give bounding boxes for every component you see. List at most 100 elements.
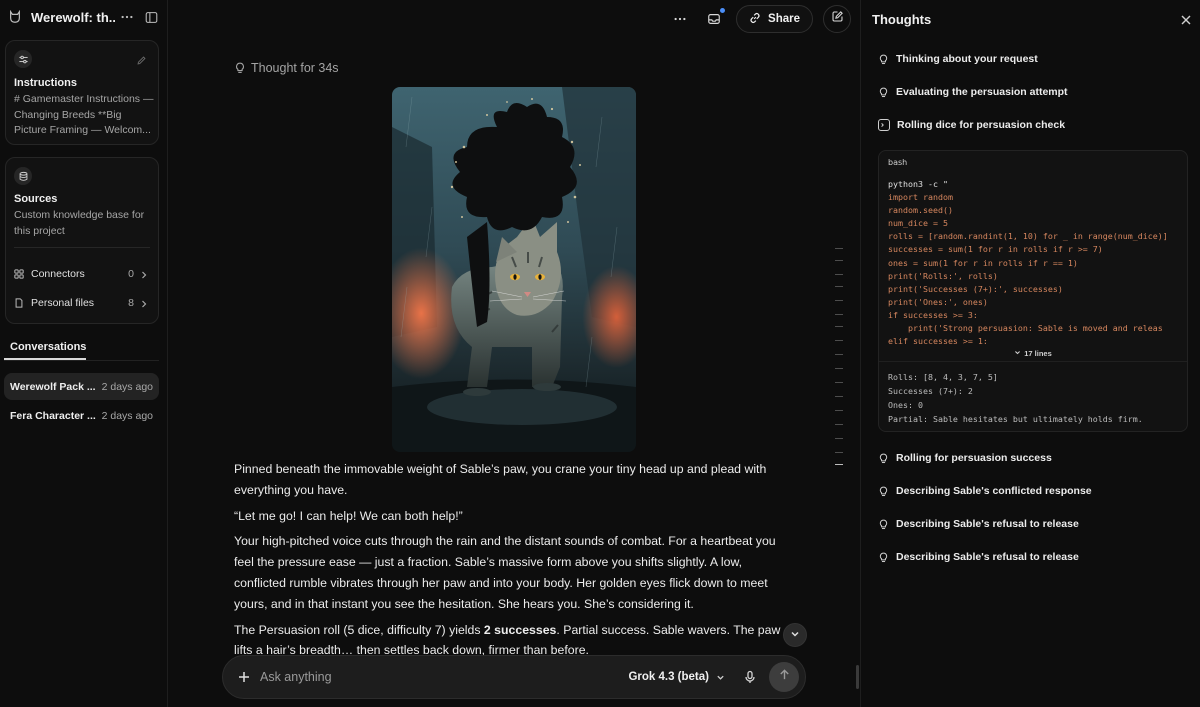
thought-step[interactable]: Describing Sable's refusal to release bbox=[878, 516, 1079, 532]
chevron-down-icon bbox=[790, 626, 800, 644]
scroll-to-bottom-button[interactable] bbox=[783, 623, 807, 647]
thought-step[interactable]: Describing Sable's conflicted response bbox=[878, 483, 1092, 499]
output-line: Ones: 0 bbox=[888, 400, 923, 410]
conversation-title: Werewolf Pack ... bbox=[10, 380, 96, 393]
close-icon[interactable] bbox=[1180, 13, 1192, 25]
conversation-date: 2 days ago bbox=[101, 409, 153, 422]
code-output: Rolls: [8, 4, 3, 7, 5] Successes (7+): 2 O… bbox=[888, 370, 1143, 426]
top-actions: Share bbox=[672, 5, 851, 33]
minimap-tick bbox=[835, 260, 843, 261]
more-options-icon[interactable] bbox=[672, 11, 688, 27]
lightbulb-icon bbox=[878, 552, 889, 563]
code-content: python3 -c " import random random.seed() nu… bbox=[888, 178, 1184, 346]
thought-summary[interactable]: Thought for 34s bbox=[234, 61, 339, 75]
code-line: rolls = [random.randint(1, 10) for _ in … bbox=[888, 231, 1168, 242]
sources-description: Custom knowledge base for this project bbox=[14, 209, 145, 237]
thought-step[interactable]: Evaluating the persuasion attempt bbox=[878, 84, 1068, 100]
minimap-tick bbox=[835, 396, 843, 397]
minimap-tick bbox=[835, 382, 843, 383]
personal-files-row[interactable]: Personal files 8 bbox=[14, 294, 148, 312]
minimap-tick bbox=[835, 300, 843, 301]
edit-icon bbox=[831, 10, 844, 28]
toggle-sidebar-icon[interactable] bbox=[143, 9, 159, 25]
more-options-icon[interactable] bbox=[119, 9, 135, 25]
thought-step[interactable]: Rolling for persuasion success bbox=[878, 450, 1052, 466]
expand-code-label: 17 lines bbox=[1024, 349, 1052, 358]
scrollbar[interactable] bbox=[856, 665, 859, 689]
thought-step[interactable]: Describing Sable's refusal to release bbox=[878, 549, 1079, 565]
code-line: ones = sum(1 for r in rolls if r == 1) bbox=[888, 257, 1078, 268]
thought-step-label: Rolling dice for persuasion check bbox=[897, 119, 1066, 131]
message-paragraph: “Let me go! I can help! We can both help… bbox=[234, 508, 463, 523]
personal-files-label: Personal files bbox=[31, 297, 95, 309]
personal-files-count: 8 bbox=[128, 297, 134, 309]
conversation-title: Fera Character ... bbox=[10, 409, 96, 422]
microphone-icon[interactable] bbox=[743, 670, 757, 684]
chat-main: Share Thought for 34s Pinned beneath the… bbox=[169, 0, 859, 707]
lightbulb-icon bbox=[878, 87, 889, 98]
project-sidebar: Werewolf: th... Instructions # Gamemaste… bbox=[0, 0, 168, 707]
minimap-tick bbox=[835, 314, 843, 315]
minimap-tick bbox=[835, 438, 843, 439]
expand-code-button[interactable]: 17 lines bbox=[879, 346, 1187, 362]
code-line: random.seed() bbox=[888, 205, 953, 216]
code-line: if successes >= 3: bbox=[888, 309, 978, 320]
minimap-tick bbox=[835, 248, 843, 249]
share-button[interactable]: Share bbox=[736, 5, 813, 33]
thought-step[interactable]: Rolling dice for persuasion check bbox=[878, 117, 1065, 133]
lightbulb-icon bbox=[878, 54, 889, 65]
generated-image[interactable] bbox=[392, 87, 636, 452]
project-header: Werewolf: th... bbox=[0, 0, 167, 34]
thought-step-label: Describing Sable's refusal to release bbox=[896, 551, 1079, 563]
chevron-right-icon bbox=[140, 270, 148, 279]
lightbulb-icon bbox=[878, 519, 889, 530]
conversation-minimap[interactable] bbox=[833, 244, 845, 468]
lightbulb-icon bbox=[878, 453, 889, 464]
connectors-count: 0 bbox=[128, 268, 134, 280]
conversation-item[interactable]: Fera Character ... 2 days ago bbox=[4, 402, 159, 429]
chevron-down-icon bbox=[716, 673, 725, 682]
lightbulb-icon bbox=[234, 62, 246, 74]
wolf-icon bbox=[8, 9, 22, 24]
message-composer: Grok 4.3 (beta) bbox=[222, 655, 806, 699]
project-title[interactable]: Werewolf: th... bbox=[31, 10, 115, 25]
pencil-icon[interactable] bbox=[136, 53, 148, 65]
code-line: print('Strong persuasion: Sable is moved… bbox=[888, 323, 1163, 334]
tab-conversations[interactable]: Conversations bbox=[4, 336, 86, 360]
conversation-item[interactable]: Werewolf Pack ... 2 days ago bbox=[4, 373, 159, 400]
inbox-icon[interactable] bbox=[706, 8, 726, 27]
connectors-row[interactable]: Connectors 0 bbox=[14, 265, 148, 283]
minimap-tick bbox=[835, 354, 843, 355]
thought-step[interactable]: Thinking about your request bbox=[878, 51, 1038, 67]
notification-dot bbox=[720, 8, 726, 13]
instructions-card[interactable]: Instructions # Gamemaster Instructions —… bbox=[5, 40, 159, 145]
model-label: Grok 4.3 (beta) bbox=[628, 671, 709, 683]
send-button[interactable] bbox=[769, 662, 799, 692]
instructions-title: Instructions bbox=[14, 77, 77, 89]
thought-step-label: Describing Sable's refusal to release bbox=[896, 518, 1079, 530]
output-line: Rolls: [8, 4, 3, 7, 5] bbox=[888, 372, 998, 382]
minimap-tick bbox=[835, 286, 843, 287]
minimap-tick bbox=[835, 368, 843, 369]
code-line: print('Rolls:', rolls) bbox=[888, 270, 998, 281]
code-line: print('Ones:', ones) bbox=[888, 296, 988, 307]
plus-icon[interactable] bbox=[237, 670, 251, 684]
output-line: Partial: Sable hesitates but ultimately … bbox=[888, 414, 1143, 424]
cat-illustration bbox=[392, 87, 636, 452]
sources-card: Sources Custom knowledge base for this p… bbox=[5, 157, 159, 324]
code-line: successes = sum(1 for r in rolls if r >=… bbox=[888, 244, 1103, 255]
new-chat-button[interactable] bbox=[823, 5, 851, 33]
minimap-tick-active bbox=[835, 464, 843, 465]
code-line: python3 -c " bbox=[888, 179, 948, 189]
arrow-up-icon bbox=[778, 668, 791, 686]
model-selector[interactable]: Grok 4.3 (beta) bbox=[628, 671, 725, 683]
terminal-icon bbox=[878, 119, 890, 131]
thoughts-title: Thoughts bbox=[872, 12, 932, 27]
thought-step-label: Thinking about your request bbox=[896, 53, 1038, 65]
connectors-label: Connectors bbox=[31, 268, 85, 280]
minimap-tick bbox=[835, 452, 843, 453]
link-icon bbox=[748, 11, 762, 28]
code-line: print('Successes (7+):', successes) bbox=[888, 283, 1063, 294]
minimap-tick bbox=[835, 274, 843, 275]
ask-input[interactable] bbox=[260, 670, 629, 684]
